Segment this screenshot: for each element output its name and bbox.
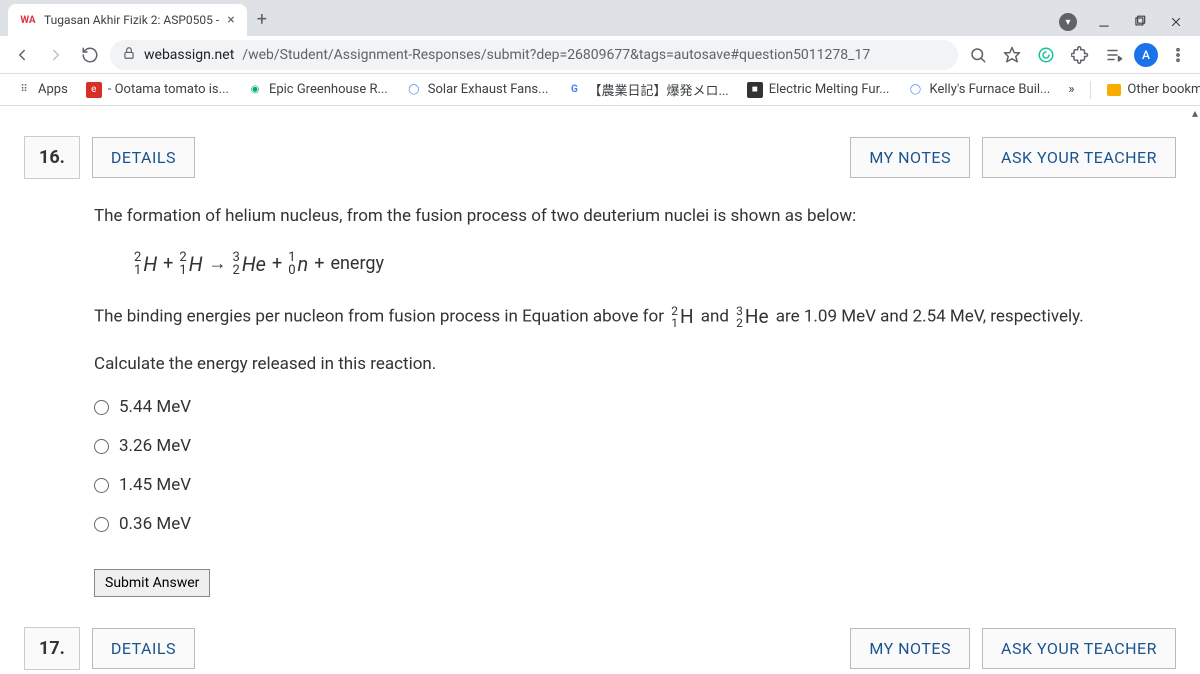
question-body: The formation of helium nucleus, from th… xyxy=(24,203,1176,597)
bookmark-label: - Ootama tomato is... xyxy=(108,82,229,97)
my-notes-button[interactable]: MY NOTES xyxy=(850,628,970,669)
ask-teacher-button[interactable]: ASK YOUR TEACHER xyxy=(982,137,1176,178)
tab-close-icon[interactable]: × xyxy=(227,12,234,28)
my-notes-button[interactable]: MY NOTES xyxy=(850,137,970,178)
folder-icon xyxy=(1107,84,1121,96)
other-bookmarks[interactable]: Other bookmarks xyxy=(1099,78,1200,101)
back-button[interactable] xyxy=(8,41,36,69)
scroll-up-icon[interactable]: ▴ xyxy=(1192,106,1198,120)
browser-titlebar: WA Tugasan Akhir Fizik 2: ASP0505 - × + … xyxy=(0,0,1200,36)
radio-icon[interactable] xyxy=(94,478,109,493)
question-17: 17. DETAILS MY NOTES ASK YOUR TEACHER xyxy=(24,627,1176,670)
reload-button[interactable] xyxy=(76,41,104,69)
bookmark-label: Electric Melting Fur... xyxy=(769,82,890,97)
bookmark-label: Epic Greenhouse R... xyxy=(269,82,388,97)
minimize-icon[interactable] xyxy=(1088,8,1120,36)
download-indicator-icon[interactable]: ▾ xyxy=(1052,8,1084,36)
bookmark-favicon: G xyxy=(566,82,582,98)
option-label: 5.44 MeV xyxy=(119,394,191,421)
apps-label: Apps xyxy=(38,82,68,97)
question-number: 16. xyxy=(24,136,80,179)
tab-title: Tugasan Akhir Fizik 2: ASP0505 - xyxy=(44,13,219,27)
details-button[interactable]: DETAILS xyxy=(92,137,195,178)
bookmark-label: 【農業日記】爆発メロ... xyxy=(588,80,728,99)
bookmark-favicon: e xyxy=(86,82,102,98)
bookmark-favicon: ◉ xyxy=(247,82,263,98)
bookmark-star-icon[interactable] xyxy=(998,41,1026,69)
bookmark-item[interactable]: ◯ Kelly's Furnace Buil... xyxy=(899,78,1058,102)
option-row[interactable]: 0.36 MeV xyxy=(94,505,1176,544)
details-button[interactable]: DETAILS xyxy=(92,628,195,669)
question-header: 17. DETAILS MY NOTES ASK YOUR TEACHER xyxy=(24,627,1176,670)
bookmark-favicon: ◯ xyxy=(907,82,923,98)
question-16: 16. DETAILS MY NOTES ASK YOUR TEACHER Th… xyxy=(24,136,1176,597)
browser-toolbar: webassign.net/web/Student/Assignment-Res… xyxy=(0,36,1200,74)
option-row[interactable]: 3.26 MeV xyxy=(94,427,1176,466)
forward-button[interactable] xyxy=(42,41,70,69)
radio-icon[interactable] xyxy=(94,400,109,415)
bookmark-label: Kelly's Furnace Buil... xyxy=(929,82,1050,97)
bookmark-favicon: ■ xyxy=(747,82,763,98)
bookmarks-bar: ⠿ Apps e - Ootama tomato is... ◉ Epic Gree… xyxy=(0,74,1200,106)
bookmark-item[interactable]: ■ Electric Melting Fur... xyxy=(739,78,898,102)
binding-energy-text: The binding energies per nucleon from fu… xyxy=(94,302,1176,332)
grammarly-icon[interactable] xyxy=(1032,41,1060,69)
browser-tab[interactable]: WA Tugasan Akhir Fizik 2: ASP0505 - × xyxy=(8,4,247,36)
url-path: /web/Student/Assignment-Responses/submit… xyxy=(242,47,870,63)
other-bookmarks-label: Other bookmarks xyxy=(1127,82,1200,97)
option-row[interactable]: 5.44 MeV xyxy=(94,388,1176,427)
answer-options: 5.44 MeV 3.26 MeV 1.45 MeV 0.36 MeV xyxy=(94,388,1176,545)
menu-icon[interactable] xyxy=(1164,41,1192,69)
bookmark-item[interactable]: ◉ Epic Greenhouse R... xyxy=(239,78,396,102)
url-host: webassign.net xyxy=(144,47,234,63)
question-number: 17. xyxy=(24,627,80,670)
close-window-icon[interactable] xyxy=(1160,8,1192,36)
profile-avatar[interactable]: A xyxy=(1134,43,1158,67)
radio-icon[interactable] xyxy=(94,517,109,532)
address-bar[interactable]: webassign.net/web/Student/Assignment-Res… xyxy=(110,40,958,70)
page-content: ▴ 16. DETAILS MY NOTES ASK YOUR TEACHER … xyxy=(0,106,1200,674)
radio-icon[interactable] xyxy=(94,439,109,454)
option-label: 3.26 MeV xyxy=(119,433,191,460)
bookmark-item[interactable]: G 【農業日記】爆発メロ... xyxy=(558,76,736,103)
question-intro: The formation of helium nucleus, from th… xyxy=(94,203,1176,230)
divider xyxy=(1090,81,1091,99)
apps-button[interactable]: ⠿ Apps xyxy=(8,78,76,102)
equation: 21H + 21H → 32He + 10n + energy xyxy=(134,248,1176,280)
option-label: 0.36 MeV xyxy=(119,511,191,538)
option-row[interactable]: 1.45 MeV xyxy=(94,466,1176,505)
apps-icon: ⠿ xyxy=(16,82,32,98)
bookmark-label: Solar Exhaust Fans... xyxy=(428,82,549,97)
bookmark-favicon: ◯ xyxy=(406,82,422,98)
submit-answer-button[interactable]: Submit Answer xyxy=(94,569,210,597)
new-tab-button[interactable]: + xyxy=(247,3,277,36)
question-header: 16. DETAILS MY NOTES ASK YOUR TEACHER xyxy=(24,136,1176,179)
bookmark-item[interactable]: e - Ootama tomato is... xyxy=(78,78,237,102)
option-label: 1.45 MeV xyxy=(119,472,191,499)
bookmarks-overflow[interactable]: » xyxy=(1060,78,1082,101)
ask-teacher-button[interactable]: ASK YOUR TEACHER xyxy=(982,628,1176,669)
lock-icon xyxy=(122,46,136,64)
extensions-icon[interactable] xyxy=(1066,41,1094,69)
calculate-prompt: Calculate the energy released in this re… xyxy=(94,351,1176,378)
zoom-icon[interactable] xyxy=(964,41,992,69)
tab-favicon: WA xyxy=(20,12,36,28)
maximize-icon[interactable] xyxy=(1124,8,1156,36)
bookmark-item[interactable]: ◯ Solar Exhaust Fans... xyxy=(398,78,557,102)
media-control-icon[interactable] xyxy=(1100,41,1128,69)
